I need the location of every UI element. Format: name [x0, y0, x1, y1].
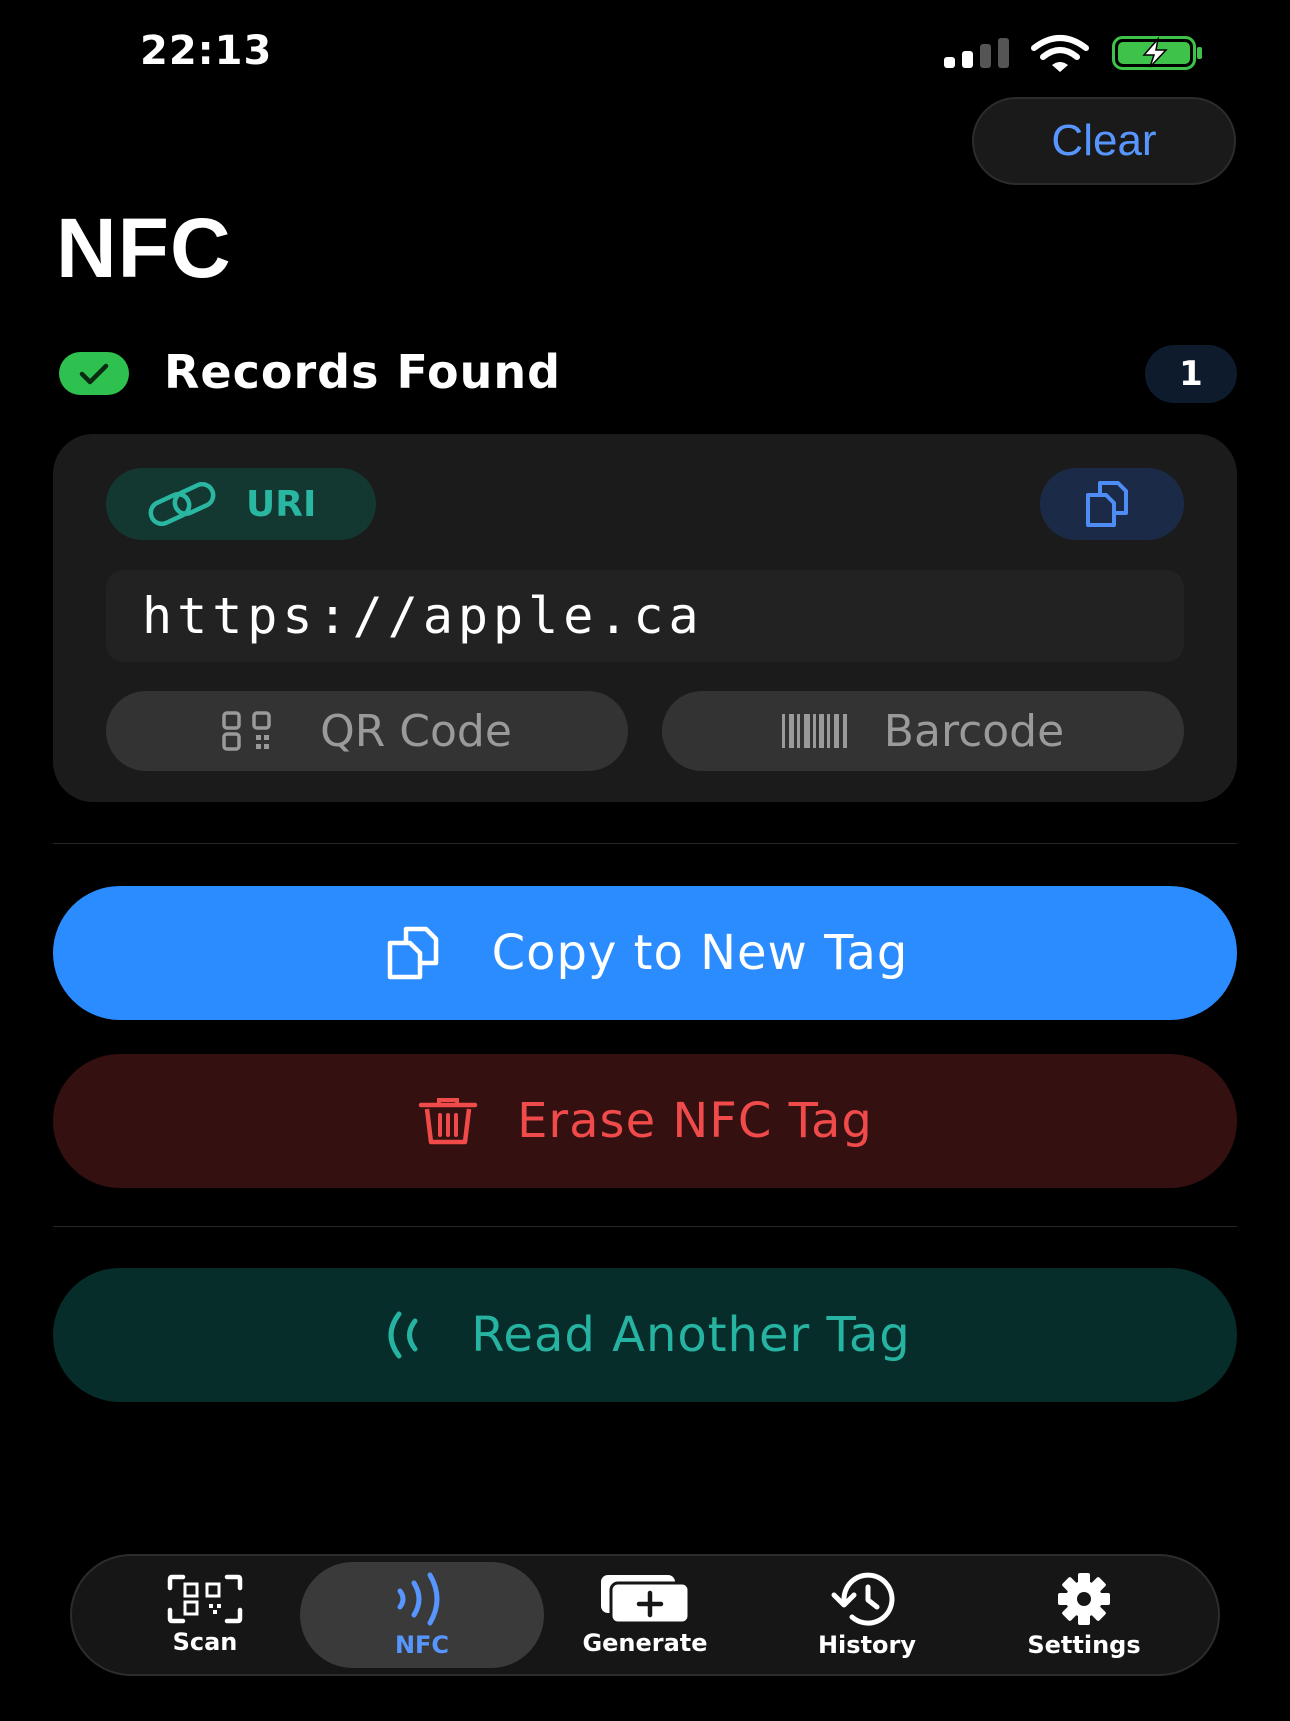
- divider: [53, 1226, 1237, 1227]
- erase-nfc-tag-label: Erase NFC Tag: [517, 1093, 873, 1149]
- tab-generate[interactable]: Generate: [565, 1560, 725, 1670]
- barcode-icon: [781, 714, 847, 748]
- read-another-tag-label: Read Another Tag: [471, 1307, 911, 1363]
- records-count-badge: 1: [1145, 345, 1237, 403]
- generate-icon: [601, 1575, 691, 1625]
- qr-code-icon: [222, 711, 271, 751]
- erase-nfc-tag-button[interactable]: Erase NFC Tag: [53, 1054, 1237, 1188]
- tab-label: History: [817, 1631, 917, 1659]
- history-icon: [831, 1572, 895, 1626]
- copy-icon: [387, 926, 438, 980]
- record-type-badge: URI: [106, 468, 376, 540]
- tab-label: NFC: [394, 1631, 450, 1659]
- gear-icon: [1058, 1573, 1110, 1625]
- tab-scan[interactable]: Scan: [145, 1560, 265, 1670]
- tab-history[interactable]: History: [800, 1560, 934, 1670]
- qr-scan-icon: [167, 1574, 243, 1624]
- copy-record-button[interactable]: [1040, 468, 1184, 540]
- cellular-signal-icon: [944, 38, 1009, 68]
- record-value: https://apple.ca: [106, 570, 1184, 662]
- record-type-label: URI: [246, 483, 317, 525]
- tab-label: Settings: [1027, 1631, 1141, 1659]
- status-time: 22:13: [140, 28, 273, 74]
- copy-to-new-tag-button[interactable]: Copy to New Tag: [53, 886, 1237, 1020]
- records-heading: Records Found: [164, 345, 562, 399]
- copy-to-new-tag-label: Copy to New Tag: [491, 925, 909, 981]
- barcode-label: Barcode: [883, 705, 1065, 757]
- battery-charging-icon: [1112, 36, 1202, 70]
- link-icon: [148, 482, 216, 526]
- trash-icon: [418, 1098, 478, 1145]
- copy-icon: [1086, 481, 1128, 527]
- divider: [53, 843, 1237, 844]
- clear-button[interactable]: Clear: [972, 97, 1236, 185]
- success-check-icon: [59, 352, 129, 395]
- nfc-icon: [397, 1572, 440, 1626]
- wifi-icon: [1031, 35, 1089, 72]
- barcode-button[interactable]: Barcode: [662, 691, 1184, 771]
- qr-code-button[interactable]: QR Code: [106, 691, 628, 771]
- tab-label: Scan: [172, 1628, 238, 1656]
- page-title: NFC: [56, 201, 232, 295]
- nfc-waves-icon: [388, 1311, 418, 1359]
- tab-label: Generate: [582, 1629, 708, 1657]
- read-another-tag-button[interactable]: Read Another Tag: [53, 1268, 1237, 1402]
- tab-settings[interactable]: Settings: [1010, 1560, 1158, 1670]
- qr-code-label: QR Code: [320, 705, 512, 757]
- tab-nfc[interactable]: NFC: [362, 1560, 482, 1670]
